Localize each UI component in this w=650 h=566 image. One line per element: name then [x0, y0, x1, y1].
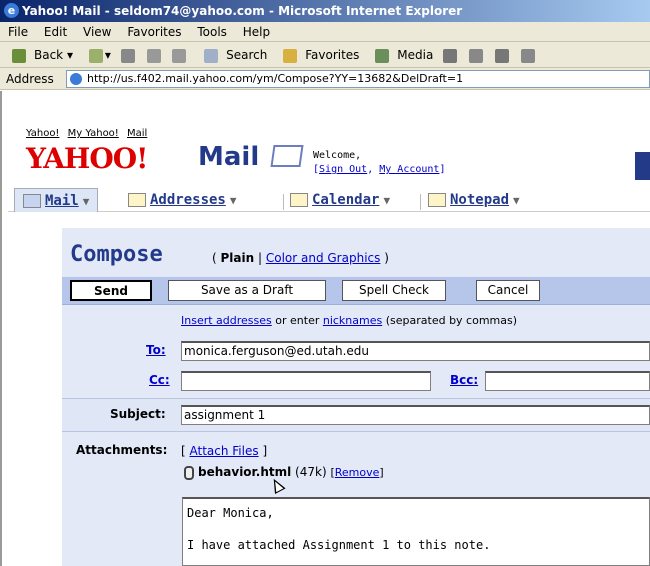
- sign-out-link[interactable]: Sign Out: [319, 164, 367, 175]
- envelope-logo-icon: [270, 145, 304, 167]
- stop-icon[interactable]: [120, 48, 135, 63]
- side-banner: [635, 152, 650, 180]
- insert-addresses-link[interactable]: Insert addresses: [181, 314, 272, 327]
- forward-button[interactable]: ▾: [83, 48, 111, 63]
- subject-label: Subject:: [110, 407, 166, 421]
- or-enter-text: or enter: [275, 314, 320, 327]
- chevron-down-icon[interactable]: ▼: [513, 194, 520, 207]
- yahoo-logo[interactable]: YAHOO!: [26, 142, 148, 175]
- link-mail[interactable]: Mail: [127, 128, 147, 139]
- forward-arrow-icon: [88, 48, 103, 63]
- remove-wrapper: [Remove]: [330, 466, 384, 479]
- tab-divider: [283, 194, 284, 210]
- chevron-down-icon[interactable]: ▼: [83, 195, 90, 208]
- browser-toolbar: Back ▾ ▾ Search Favorites Media: [0, 42, 650, 68]
- search-icon: [204, 48, 219, 63]
- window-titlebar: e Yahoo! Mail - seldom74@yahoo.com - Mic…: [0, 0, 650, 22]
- subject-field[interactable]: assignment 1: [181, 405, 650, 425]
- link-yahoo[interactable]: Yahoo!: [26, 128, 59, 139]
- ie-logo-icon: e: [4, 3, 19, 18]
- cancel-button[interactable]: Cancel: [476, 280, 540, 301]
- print-icon[interactable]: [494, 48, 509, 63]
- page-icon: [70, 73, 82, 85]
- message-body[interactable]: Dear Monica, I have attached Assignment …: [182, 497, 650, 566]
- spell-check-button[interactable]: Spell Check: [342, 280, 446, 301]
- attach-files-link[interactable]: Attach Files: [190, 444, 259, 458]
- separated-note: (separated by commas): [385, 314, 518, 327]
- window-title: Yahoo! Mail - seldom74@yahoo.com - Micro…: [22, 4, 463, 18]
- address-label: Address: [6, 72, 54, 86]
- back-button[interactable]: Back ▾: [6, 48, 73, 63]
- to-label: To:: [146, 343, 166, 357]
- menu-help[interactable]: Help: [243, 25, 270, 39]
- bcc-field[interactable]: [485, 371, 650, 391]
- history-icon[interactable]: [443, 48, 458, 63]
- mail-icon[interactable]: [468, 48, 483, 63]
- notepad-icon: [428, 193, 446, 207]
- mail-envelope-icon: [23, 194, 41, 208]
- my-account-link[interactable]: My Account: [379, 164, 439, 175]
- home-icon[interactable]: [172, 48, 187, 63]
- calendar-icon: [290, 193, 308, 207]
- page-title: Compose: [70, 242, 163, 267]
- save-draft-button[interactable]: Save as a Draft: [168, 280, 326, 301]
- back-arrow-icon: [12, 48, 26, 63]
- chevron-down-icon[interactable]: ▼: [383, 194, 390, 207]
- link-my-yahoo[interactable]: My Yahoo!: [68, 128, 119, 139]
- refresh-icon[interactable]: [146, 48, 161, 63]
- tab-mail[interactable]: Mail ▼: [14, 188, 99, 212]
- menu-view[interactable]: View: [83, 25, 111, 39]
- mode-plain: Plain: [220, 251, 255, 265]
- attachments-label: Attachments:: [76, 443, 168, 457]
- menu-edit[interactable]: Edit: [44, 25, 67, 39]
- remove-link[interactable]: Remove: [335, 466, 380, 479]
- compose-button-bar: Send Save as a Draft Spell Check Cancel: [62, 277, 650, 305]
- file-size: (47k): [295, 465, 327, 479]
- tab-calendar[interactable]: Calendar ▼: [290, 188, 390, 212]
- account-links: [Sign Out, My Account]: [313, 164, 446, 175]
- cc-field[interactable]: [181, 371, 431, 391]
- address-bar: Address http://us.f402.mail.yahoo.com/ym…: [0, 68, 650, 90]
- search-button[interactable]: Search: [198, 48, 267, 63]
- media-icon: [375, 48, 390, 63]
- welcome-text: Welcome,: [313, 150, 362, 161]
- favorites-button[interactable]: Favorites: [277, 48, 359, 63]
- mail-logo-text: Mail: [198, 142, 260, 172]
- bcc-label: Bcc:: [450, 373, 479, 387]
- tab-notepad[interactable]: Notepad ▼: [428, 188, 520, 212]
- cc-label: Cc:: [149, 373, 170, 387]
- menu-tools[interactable]: Tools: [197, 25, 227, 39]
- menu-file[interactable]: File: [8, 25, 28, 39]
- compose-mode-switch: ( Plain | Color and Graphics ): [212, 251, 389, 265]
- favorites-icon: [283, 48, 298, 63]
- menu-favorites[interactable]: Favorites: [127, 25, 181, 39]
- address-book-icon: [128, 193, 146, 207]
- media-button[interactable]: Media: [369, 48, 433, 63]
- to-field[interactable]: monica.ferguson@ed.utah.edu: [181, 341, 650, 361]
- attached-file: behavior.html (47k) [Remove]: [184, 465, 384, 480]
- yahoo-top-links: Yahoo! My Yahoo! Mail: [26, 128, 152, 139]
- attach-files-row: [ Attach Files ]: [181, 444, 268, 458]
- nicknames-link[interactable]: nicknames: [323, 314, 382, 327]
- address-url: http://us.f402.mail.yahoo.com/ym/Compose…: [87, 72, 464, 85]
- nav-tabs: Mail ▼ Addresses ▼ Calendar ▼ Notepad ▼: [8, 180, 650, 212]
- tab-divider: [420, 194, 421, 210]
- paperclip-icon: [184, 465, 194, 480]
- mode-color-link[interactable]: Color and Graphics: [266, 251, 381, 265]
- tab-addresses[interactable]: Addresses ▼: [128, 188, 236, 212]
- address-input[interactable]: http://us.f402.mail.yahoo.com/ym/Compose…: [66, 70, 650, 88]
- chevron-down-icon[interactable]: ▼: [230, 194, 237, 207]
- insert-addresses-row: Insert addresses or enter nicknames (sep…: [181, 314, 517, 327]
- send-button[interactable]: Send: [70, 280, 152, 301]
- menu-bar: File Edit View Favorites Tools Help: [0, 22, 650, 42]
- edit-icon[interactable]: [520, 48, 535, 63]
